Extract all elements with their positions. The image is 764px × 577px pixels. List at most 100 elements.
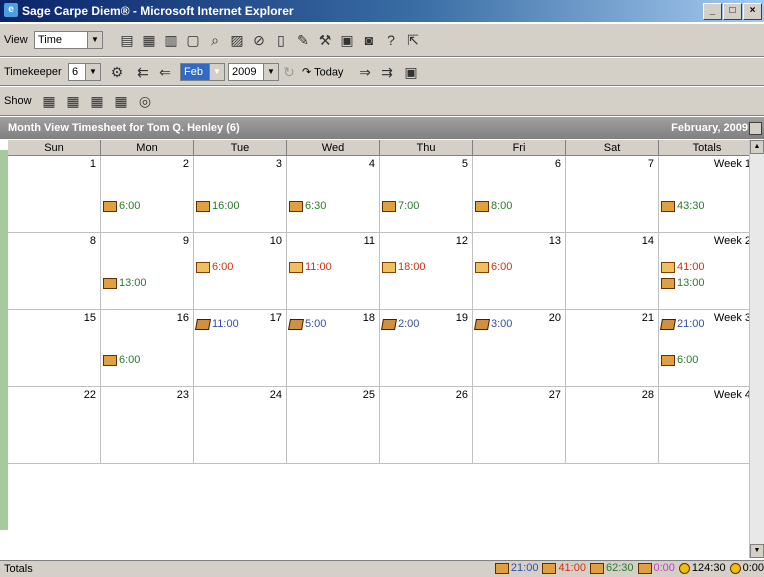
day-cell[interactable]: 4 6:30	[287, 156, 380, 233]
time-entry[interactable]: 13:00	[103, 277, 147, 289]
day-cell[interactable]: 17 11:00	[194, 310, 287, 387]
day-number: 1	[89, 158, 96, 170]
day-cell[interactable]: 20 3:00	[473, 310, 566, 387]
time-entry[interactable]: 13:00	[661, 277, 705, 289]
day-cell[interactable]: 24	[194, 387, 287, 464]
time-entry[interactable]: 16:00	[196, 200, 240, 212]
timekeeper-lookup-icon[interactable]: ⚙	[108, 63, 126, 81]
view-select[interactable]: Time	[34, 31, 103, 49]
day-cell[interactable]: 21	[566, 310, 659, 387]
day-cell[interactable]: 18 5:00	[287, 310, 380, 387]
time-entry[interactable]: 6:00	[661, 354, 698, 366]
maximize-button[interactable]: □	[723, 3, 742, 20]
day-cell[interactable]: 7	[566, 156, 659, 233]
time-entry[interactable]: 6:30	[289, 200, 326, 212]
time-entry[interactable]: 3:00	[474, 318, 512, 330]
time-entry[interactable]: 21:00	[660, 318, 705, 330]
day-cell[interactable]: 27	[473, 387, 566, 464]
attach-icon[interactable]: ⊘	[250, 31, 268, 49]
show-totals-icon[interactable]: ◎	[136, 92, 154, 110]
time-entry[interactable]: 5:00	[288, 318, 326, 330]
calendar-month-icon[interactable]: ▦	[140, 31, 158, 49]
help-icon[interactable]: ?	[382, 31, 400, 49]
week-total-cell[interactable]: Week 2 41:00 13:00	[659, 233, 756, 310]
scroll-down-icon[interactable]: ▼	[750, 544, 764, 558]
day-cell[interactable]: 14	[566, 233, 659, 310]
day-cell[interactable]: 25	[287, 387, 380, 464]
calendar-week-icon[interactable]: ▥	[162, 31, 180, 49]
scroll-up-icon[interactable]: ▲	[750, 140, 764, 154]
refresh-icon[interactable]: ↻	[280, 63, 298, 81]
time-entry[interactable]: 7:00	[382, 200, 419, 212]
time-entry[interactable]: 8:00	[475, 200, 512, 212]
day-header-tue: Tue	[194, 140, 287, 156]
calendar-icon[interactable]	[749, 122, 762, 135]
day-cell[interactable]: 2 6:00	[101, 156, 194, 233]
document-icon[interactable]: ▯	[272, 31, 290, 49]
day-cell[interactable]: 5 7:00	[380, 156, 473, 233]
day-cell[interactable]: 23	[101, 387, 194, 464]
month-select[interactable]: Feb	[180, 62, 225, 81]
day-cell[interactable]: 19 2:00	[380, 310, 473, 387]
show-released-icon[interactable]: ▦	[64, 92, 82, 110]
time-entry[interactable]: 6:00	[196, 261, 233, 273]
day-cell[interactable]: 16 6:00	[101, 310, 194, 387]
entry-hours: 11:00	[212, 318, 239, 330]
time-entry[interactable]: 6:00	[103, 200, 140, 212]
day-cell[interactable]: 22	[8, 387, 101, 464]
show-posted-icon[interactable]: ▦	[88, 92, 106, 110]
time-entry[interactable]: 6:00	[103, 354, 140, 366]
time-entry[interactable]: 6:00	[475, 261, 512, 273]
day-number: 18	[362, 312, 375, 324]
year-select[interactable]: 2009	[228, 62, 279, 81]
last-period-icon[interactable]: ⇉	[378, 63, 396, 81]
day-cell[interactable]: 10 6:00	[194, 233, 287, 310]
day-cell[interactable]: 12 18:00	[380, 233, 473, 310]
next-period-icon[interactable]: ⇒	[356, 63, 374, 81]
timekeeper-select[interactable]: 6	[68, 62, 101, 81]
print-icon[interactable]: ▤	[118, 31, 136, 49]
time-entry[interactable]: 2:00	[381, 318, 419, 330]
status-entry-icon	[637, 562, 652, 574]
time-entry[interactable]: 41:00	[661, 261, 705, 273]
day-cell[interactable]: 15	[8, 310, 101, 387]
calendar-picker-icon[interactable]: ▣	[402, 63, 420, 81]
week-total-cell[interactable]: Week 4	[659, 387, 756, 464]
vertical-scrollbar[interactable]: ▲ ▼	[749, 140, 764, 558]
day-cell[interactable]: 26	[380, 387, 473, 464]
toolbar-view: View Time ▤▦▥▢⌕▨⊘▯✎⚒▣◙?⇱	[0, 23, 764, 57]
edit-icon[interactable]: ✎	[294, 31, 312, 49]
day-cell[interactable]: 3 16:00	[194, 156, 287, 233]
day-number: 23	[176, 389, 189, 401]
show-all-icon[interactable]: ▦	[112, 92, 130, 110]
timesheet-icon[interactable]: ▣	[338, 31, 356, 49]
time-entry[interactable]: 11:00	[195, 318, 239, 330]
day-cell[interactable]: 9 13:00	[101, 233, 194, 310]
exit-icon[interactable]: ⇱	[404, 31, 422, 49]
first-period-icon[interactable]: ⇇	[134, 63, 152, 81]
time-entry[interactable]: 11:00	[289, 261, 332, 273]
today-button[interactable]: ↷ Today	[302, 65, 343, 78]
day-cell[interactable]: 6 8:00	[473, 156, 566, 233]
minimize-button[interactable]: _	[703, 3, 722, 20]
week-total-cell[interactable]: Week 1 43:30	[659, 156, 756, 233]
tools-icon[interactable]: ⚒	[316, 31, 334, 49]
time-entry[interactable]: 43:30	[661, 200, 705, 212]
close-button[interactable]: ×	[743, 3, 762, 20]
day-cell[interactable]: 13 6:00	[473, 233, 566, 310]
show-unreleased-icon[interactable]: ▦	[40, 92, 58, 110]
search-icon[interactable]: ⌕	[206, 31, 224, 49]
day-cell[interactable]: 8	[8, 233, 101, 310]
previous-period-icon[interactable]: ⇐	[156, 63, 174, 81]
entry-hours: 21:00	[677, 318, 705, 330]
camera-icon[interactable]: ◙	[360, 31, 378, 49]
day-cell[interactable]: 1	[8, 156, 101, 233]
day-number: 11	[363, 235, 375, 247]
time-entry[interactable]: 18:00	[382, 261, 426, 273]
book-icon[interactable]: ▨	[228, 31, 246, 49]
day-header-mon: Mon	[101, 140, 194, 156]
calendar-day-icon[interactable]: ▢	[184, 31, 202, 49]
day-cell[interactable]: 11 11:00	[287, 233, 380, 310]
week-total-cell[interactable]: Week 3 21:00 6:00	[659, 310, 756, 387]
day-cell[interactable]: 28	[566, 387, 659, 464]
